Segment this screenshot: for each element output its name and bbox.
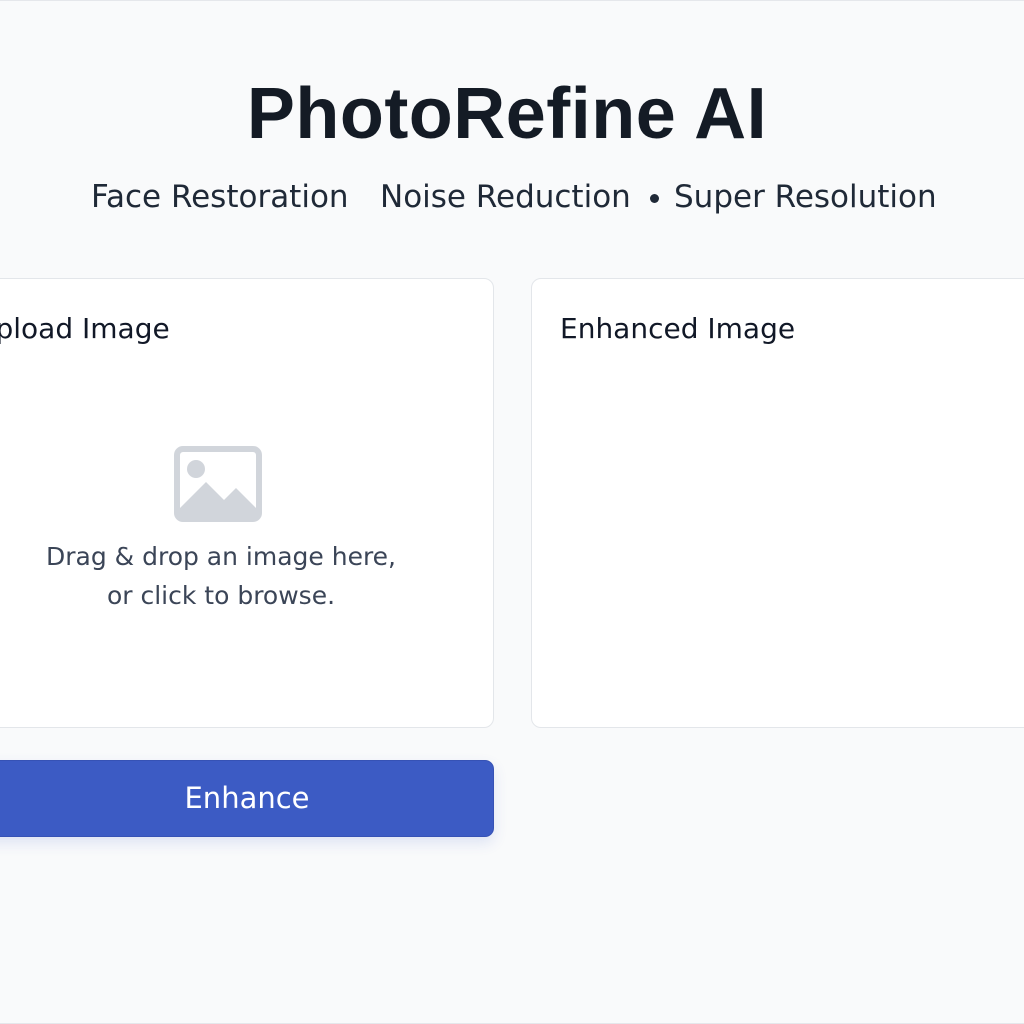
dropzone-instructions-line1: Drag & drop an image here, xyxy=(45,542,397,571)
upload-dropzone[interactable]: Upload Image Drag & drop an image here, … xyxy=(0,278,494,728)
feature-noise-reduction: Noise Reduction xyxy=(380,179,631,215)
bullet-separator xyxy=(650,194,659,203)
feature-list: Face Restoration Noise Reduction Super R… xyxy=(0,176,1024,218)
upload-panel-title: Upload Image xyxy=(0,312,170,345)
dropzone-instructions-line2: or click to browse. xyxy=(106,581,336,610)
enhanced-panel-title: Enhanced Image xyxy=(560,312,796,345)
feature-super-resolution: Super Resolution xyxy=(674,179,937,215)
enhance-button[interactable]: Enhance xyxy=(0,760,494,837)
image-placeholder-icon xyxy=(174,446,262,522)
dropzone-instructions: Drag & drop an image here, or click to b… xyxy=(0,537,481,615)
app-title: PhotoRefine AI xyxy=(246,74,768,154)
feature-face-restoration: Face Restoration xyxy=(91,179,349,215)
enhanced-image-panel: Enhanced Image xyxy=(531,278,1024,728)
